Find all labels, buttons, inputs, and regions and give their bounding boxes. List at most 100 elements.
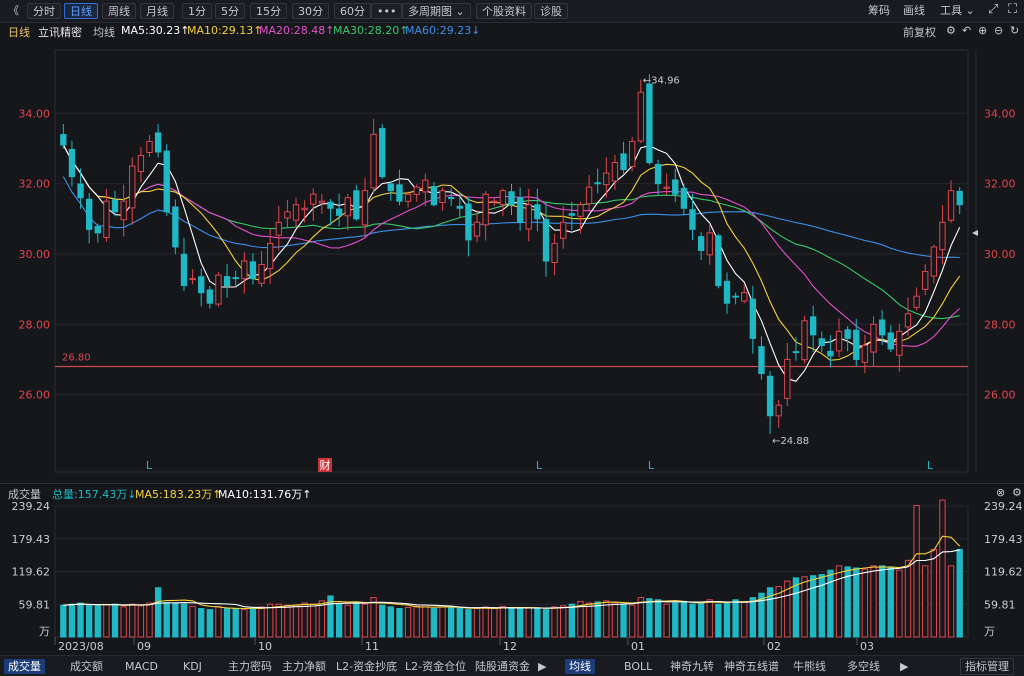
candle-body bbox=[370, 133, 377, 189]
indicator-tab-main-code[interactable]: 主力密码 bbox=[228, 659, 272, 674]
reset-icon[interactable]: ↻ bbox=[1010, 24, 1019, 37]
indicator-tab-amount[interactable]: 成交额 bbox=[70, 659, 103, 674]
tab-zhouxian[interactable]: 周线 bbox=[102, 3, 136, 19]
adjust-dropdown[interactable]: 前复权 bbox=[903, 24, 936, 40]
fullscreen-icon[interactable]: ⛶ bbox=[1008, 2, 1017, 18]
stock-profile-button[interactable]: 个股资料 bbox=[476, 3, 532, 19]
volume-bar bbox=[439, 606, 446, 638]
volume-bar bbox=[585, 602, 593, 638]
volume-chart[interactable]: 239.24 239.24 179.43 179.43 119.62 119.62 59.8… bbox=[0, 498, 1024, 655]
multi-period-dropdown[interactable]: 多周期图 ⌄ bbox=[402, 3, 471, 19]
undo-icon[interactable]: ↶ bbox=[962, 24, 971, 37]
volume-tick-left: 239.24 bbox=[12, 500, 51, 513]
tab-15min[interactable]: 15分 bbox=[250, 3, 287, 19]
candle-body bbox=[266, 242, 274, 270]
indicator-bar: 成交量 成交额 MACD KDJ 主力密码 主力净额 L2-资金抄底 L2-资金… bbox=[0, 655, 1024, 676]
scroll-right-icon-2[interactable]: ▶ bbox=[900, 659, 908, 674]
volume-bar bbox=[922, 565, 929, 638]
zoom-in-icon[interactable]: ⊕ bbox=[978, 24, 987, 37]
indicator-tab-l2-position[interactable]: L2-资金仓位 bbox=[405, 659, 466, 674]
volume-bar bbox=[801, 576, 808, 638]
indicator-manage-button[interactable]: 指标管理 bbox=[960, 658, 1014, 675]
candle-body bbox=[180, 253, 188, 287]
candle-body bbox=[482, 193, 489, 226]
chip-button[interactable]: 筹码 bbox=[868, 3, 890, 19]
volume-bar bbox=[568, 603, 576, 638]
top-toolbar: 《 分时 日线 周线 月线 1分 5分 15分 30分 60分 ••• 多周期图… bbox=[0, 0, 1024, 23]
collapse-left-icon[interactable]: 《 bbox=[8, 3, 19, 19]
tab-rixian[interactable]: 日线 bbox=[64, 3, 98, 19]
tools-dropdown[interactable]: 工具 ⌄ bbox=[940, 3, 975, 19]
candle-body bbox=[198, 276, 205, 294]
volume-bar bbox=[154, 587, 162, 638]
volume-bar bbox=[163, 602, 170, 638]
volume-bar bbox=[396, 608, 403, 638]
volume-bar bbox=[878, 565, 886, 638]
candle-body bbox=[404, 193, 412, 202]
volume-bar bbox=[706, 599, 713, 638]
tab-fenshi[interactable]: 分时 bbox=[27, 3, 61, 19]
tab-60min[interactable]: 60分 bbox=[334, 3, 371, 19]
volume-bar bbox=[335, 603, 343, 638]
candle-body bbox=[94, 226, 101, 234]
tab-5min[interactable]: 5分 bbox=[215, 3, 245, 19]
candle-body bbox=[818, 338, 825, 346]
volume-bar bbox=[551, 606, 558, 638]
volume-bar bbox=[353, 602, 360, 638]
overlay-tab-boll[interactable]: BOLL bbox=[624, 659, 652, 674]
candle-body bbox=[706, 232, 713, 256]
indicator-tab-kdj[interactable]: KDJ bbox=[183, 659, 202, 674]
price-tick-left: 32.00 bbox=[19, 178, 51, 191]
diagnose-button[interactable]: 诊股 bbox=[534, 3, 568, 19]
overlay-tab-ma[interactable]: 均线 bbox=[565, 659, 595, 674]
indicator-tab-volume[interactable]: 成交量 bbox=[4, 659, 45, 674]
volume-tick-right: 179.43 bbox=[984, 533, 1023, 546]
volume-bar bbox=[473, 608, 481, 638]
tab-1min[interactable]: 1分 bbox=[182, 3, 212, 19]
overlay-tab-long-short[interactable]: 多空线 bbox=[847, 659, 880, 674]
indicator-tab-main-net[interactable]: 主力净额 bbox=[282, 659, 326, 674]
tab-30min[interactable]: 30分 bbox=[292, 3, 329, 19]
volume-bar bbox=[646, 598, 653, 638]
volume-bar bbox=[94, 605, 101, 638]
candle-body bbox=[732, 295, 739, 298]
volume-bar bbox=[861, 568, 869, 638]
candle-body bbox=[439, 190, 446, 204]
draw-line-button[interactable]: 画线 bbox=[903, 3, 925, 19]
price-tick-right: 26.00 bbox=[984, 389, 1016, 402]
expand-icon[interactable]: ⤢ bbox=[988, 2, 998, 18]
tab-yuexian[interactable]: 月线 bbox=[140, 3, 174, 19]
volume-bar bbox=[620, 603, 627, 638]
indicator-tab-macd[interactable]: MACD bbox=[125, 659, 158, 674]
event-marker: L bbox=[648, 459, 655, 472]
volume-bar bbox=[379, 604, 386, 638]
candle-body bbox=[258, 264, 265, 284]
volume-tick-right: 59.81 bbox=[984, 598, 1016, 611]
scroll-right-icon[interactable]: ▶ bbox=[538, 659, 546, 674]
more-icon[interactable]: ••• bbox=[371, 3, 403, 19]
kline-chart[interactable]: 34.00 34.00 32.00 32.00 30.00 30.00 28.00 28.00… bbox=[0, 40, 1024, 480]
candle-body bbox=[809, 316, 817, 336]
volume-bar bbox=[741, 601, 748, 638]
candle-body bbox=[249, 261, 257, 280]
candle-body bbox=[68, 148, 76, 178]
event-marker: L bbox=[146, 459, 153, 472]
overlay-tab-bull-bear[interactable]: 牛熊线 bbox=[793, 659, 826, 674]
volume-bar bbox=[525, 606, 532, 638]
volume-bar bbox=[370, 597, 377, 638]
indicator-tab-l2-bottom[interactable]: L2-资金抄底 bbox=[336, 659, 397, 674]
zoom-out-icon[interactable]: ⊖ bbox=[994, 24, 1003, 37]
ma-label[interactable]: 均线 bbox=[93, 24, 115, 40]
indicator-tab-northbound[interactable]: 陆股通资金 bbox=[475, 659, 530, 674]
settings-icon[interactable]: ⚙ bbox=[946, 24, 956, 37]
candle-body bbox=[120, 200, 127, 221]
volume-bar bbox=[85, 604, 93, 638]
overlay-tab-td9[interactable]: 神奇九转 bbox=[670, 659, 714, 674]
volume-bar bbox=[611, 602, 619, 638]
high-annotation: ←34.96 bbox=[643, 76, 680, 87]
overlay-tab-five-lines[interactable]: 神奇五线谱 bbox=[724, 659, 779, 674]
volume-bar bbox=[258, 606, 265, 638]
volume-bar bbox=[266, 603, 274, 638]
candle-body bbox=[361, 190, 369, 226]
volume-bar bbox=[172, 602, 179, 638]
